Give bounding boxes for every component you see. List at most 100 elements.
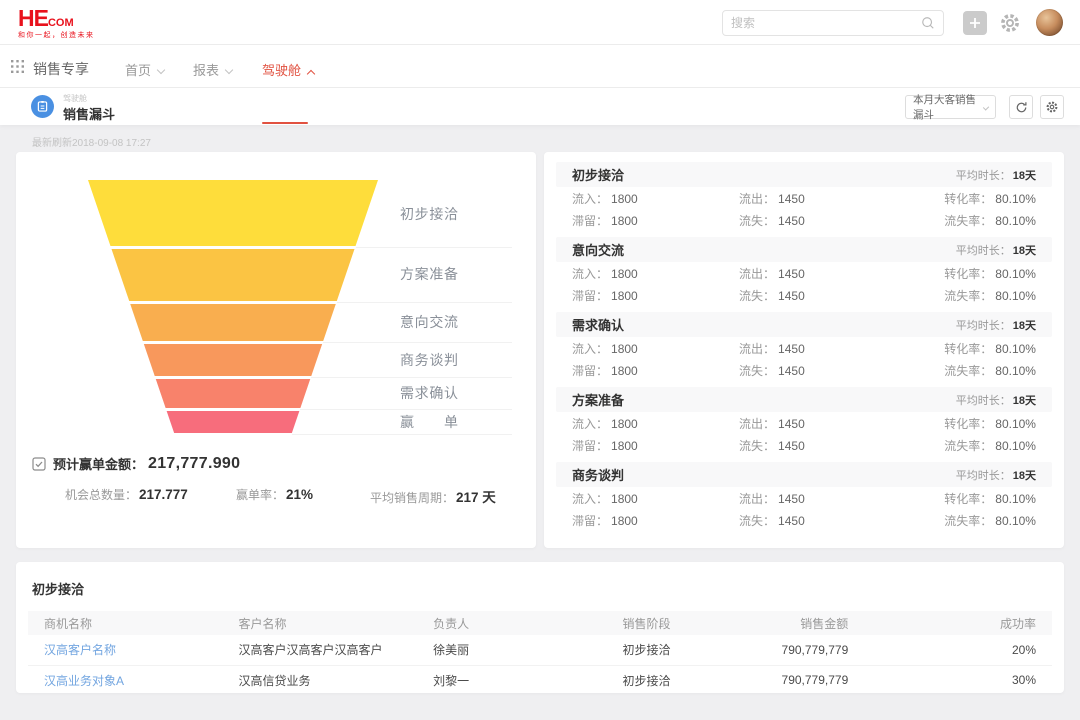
forecast-amount-row: 预计赢单金额： 217,777.990 <box>32 454 240 473</box>
metric-outflow: 流出：1450 <box>739 340 897 357</box>
metric-stagnant: 滞留：1800 <box>572 362 739 379</box>
user-avatar[interactable] <box>1036 9 1063 36</box>
avg-duration: 平均时长：18天 <box>956 242 1036 258</box>
metric-inflow: 流入：1800 <box>572 265 739 282</box>
stage-section-header[interactable]: 商务谈判 平均时长：18天 <box>556 462 1052 487</box>
stage-section: 意向交流 平均时长：18天 流入：1800 流出：1450 转化率：80.10%… <box>556 237 1052 306</box>
nav-item-reports[interactable]: 报表 <box>193 60 232 79</box>
amount-cell: 790,779,779 <box>740 635 853 665</box>
metrics-row: 滞留：1800 流失：1450 流失率：80.10% <box>556 209 1052 231</box>
metric-lost: 流失：1450 <box>739 212 897 229</box>
customer-cell: 汉高信贷业务 <box>223 665 418 695</box>
metric-lost: 流失：1450 <box>739 512 897 529</box>
settings-icon[interactable] <box>999 12 1021 34</box>
stage-section-header[interactable]: 意向交流 平均时长：18天 <box>556 237 1052 262</box>
checkbox-icon[interactable] <box>32 457 46 471</box>
metric-outflow: 流出：1450 <box>739 490 897 507</box>
metric-outflow: 流出：1450 <box>739 265 897 282</box>
funnel-stage-label: 方案准备 <box>400 264 458 284</box>
add-button[interactable] <box>963 11 987 35</box>
stage-section-header[interactable]: 需求确认 平均时长：18天 <box>556 312 1052 337</box>
stage-section: 方案准备 平均时长：18天 流入：1800 流出：1450 转化率：80.10%… <box>556 387 1052 456</box>
forecast-label: 预计赢单金额： <box>53 454 144 473</box>
forecast-value: 217,777.990 <box>148 455 240 473</box>
metric-loss-rate: 流失率：80.10% <box>897 362 1036 379</box>
metric-loss-rate: 流失率：80.10% <box>897 287 1036 304</box>
avg-duration: 平均时长：18天 <box>956 317 1036 333</box>
funnel-card: 初步接洽 方案准备 意向交流 商务谈判 需求确认 赢单 预计赢单金额： 217,… <box>16 152 536 548</box>
metric-loss-rate: 流失率：80.10% <box>897 212 1036 229</box>
funnel-segment[interactable] <box>88 344 378 376</box>
stage-section-header[interactable]: 方案准备 平均时长：18天 <box>556 387 1052 412</box>
nav-item-cockpit[interactable]: 驾驶舱 <box>262 60 314 79</box>
global-search[interactable] <box>722 10 944 36</box>
col-success-rate: 成功率 <box>852 611 1052 635</box>
stage-divider-line <box>337 302 512 303</box>
stage-metrics-card: 初步接洽 平均时长：18天 流入：1800 流出：1450 转化率：80.10%… <box>544 152 1064 548</box>
funnel-segment[interactable] <box>88 249 378 301</box>
opportunity-table-card: 初步接洽 商机名称 客户名称 负责人 销售阶段 销售金额 成功率 汉高客户名称 … <box>16 562 1064 693</box>
funnel-segment[interactable] <box>88 411 378 433</box>
stage-divider-line <box>311 377 512 378</box>
col-sales-stage: 销售阶段 <box>607 611 740 635</box>
metrics-row: 流入：1800 流出：1450 转化率：80.10% <box>556 412 1052 434</box>
metrics-row: 流入：1800 流出：1450 转化率：80.10% <box>556 337 1052 359</box>
stage-divider-line <box>300 409 512 410</box>
metric-conversion-rate: 转化率：80.10% <box>897 415 1036 432</box>
app-grid-icon[interactable] <box>11 60 24 78</box>
col-customer-name: 客户名称 <box>223 611 418 635</box>
opportunity-link[interactable]: 汉高业务对象A <box>28 665 223 695</box>
metric-stagnant: 滞留：1800 <box>572 212 739 229</box>
stage-title: 意向交流 <box>572 240 624 259</box>
search-input[interactable] <box>731 16 921 30</box>
stage-title: 商务谈判 <box>572 465 624 484</box>
chevron-down-icon <box>157 66 165 74</box>
filter-selected-value: 本月大客销售漏斗 <box>913 92 979 122</box>
table-row[interactable]: 汉高业务对象A 汉高信贷业务 刘黎一 初步接洽 790,779,779 30% <box>28 665 1052 695</box>
metric-outflow: 流出：1450 <box>739 415 897 432</box>
metric-inflow: 流入：1800 <box>572 190 739 207</box>
metric-stagnant: 滞留：1800 <box>572 512 739 529</box>
nav-item-home[interactable]: 首页 <box>125 60 164 79</box>
funnel-filter-select[interactable]: 本月大客销售漏斗 <box>905 95 996 119</box>
metrics-row: 流入：1800 流出：1450 转化率：80.10% <box>556 262 1052 284</box>
metric-lost: 流失：1450 <box>739 362 897 379</box>
opportunity-table: 商机名称 客户名称 负责人 销售阶段 销售金额 成功率 汉高客户名称 汉高客户汉… <box>28 611 1052 695</box>
metric-lost: 流失：1450 <box>739 437 897 454</box>
funnel-segment[interactable] <box>88 180 378 246</box>
stage-section-header[interactable]: 初步接洽 平均时长：18天 <box>556 162 1052 187</box>
app-title: 销售专享 <box>33 59 89 79</box>
opportunity-link[interactable]: 汉高客户名称 <box>28 635 223 665</box>
customer-cell: 汉高客户汉高客户汉高客户 <box>223 635 418 665</box>
stage-divider-line <box>323 342 512 343</box>
funnel-segment[interactable] <box>88 304 378 341</box>
metric-loss-rate: 流失率：80.10% <box>897 437 1036 454</box>
amount-cell: 790,779,779 <box>740 665 853 695</box>
stage-section: 初步接洽 平均时长：18天 流入：1800 流出：1450 转化率：80.10%… <box>556 162 1052 231</box>
card-settings-button[interactable] <box>1040 95 1064 119</box>
metrics-row: 滞留：1800 流失：1450 流失率：80.10% <box>556 359 1052 381</box>
success-rate-cell: 20% <box>852 635 1052 665</box>
stat-win-rate: 赢单率：21% <box>236 486 313 503</box>
funnel-stage-label: 商务谈判 <box>400 350 458 370</box>
col-opportunity-name: 商机名称 <box>28 611 223 635</box>
success-rate-cell: 30% <box>852 665 1052 695</box>
metric-inflow: 流入：1800 <box>572 340 739 357</box>
table-row[interactable]: 汉高客户名称 汉高客户汉高客户汉高客户 徐美丽 初步接洽 790,779,779… <box>28 635 1052 665</box>
logo-suffix: COM <box>48 17 74 29</box>
metrics-row: 滞留：1800 流失：1450 流失率：80.10% <box>556 434 1052 456</box>
funnel-segment[interactable] <box>88 379 378 408</box>
owner-cell: 刘黎一 <box>417 665 606 695</box>
stage-section: 需求确认 平均时长：18天 流入：1800 流出：1450 转化率：80.10%… <box>556 312 1052 381</box>
stage-section: 商务谈判 平均时长：18天 流入：1800 流出：1450 转化率：80.10%… <box>556 462 1052 531</box>
metric-conversion-rate: 转化率：80.10% <box>897 340 1036 357</box>
stage-divider-line <box>292 434 512 435</box>
refresh-button[interactable] <box>1009 95 1033 119</box>
metric-stagnant: 滞留：1800 <box>572 437 739 454</box>
active-tab-underline <box>262 122 308 124</box>
funnel-stage-label: 初步接洽 <box>400 204 458 224</box>
funnel-stage-label: 赢单 <box>400 412 458 432</box>
search-icon[interactable] <box>921 16 935 30</box>
brand-logo[interactable]: HECOM 和你一起，创造未来 <box>18 7 95 39</box>
metric-loss-rate: 流失率：80.10% <box>897 512 1036 529</box>
